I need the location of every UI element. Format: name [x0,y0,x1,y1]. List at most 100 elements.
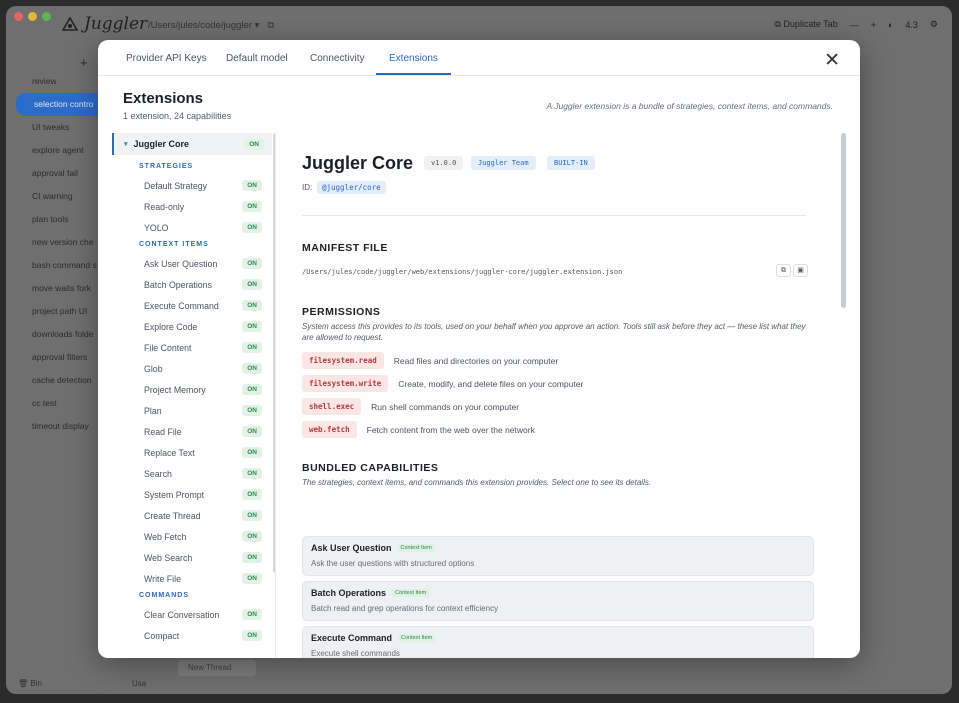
theme-toggle-icon[interactable]: ◐ [888,20,893,30]
sidebar-item[interactable]: project path UI [14,300,106,323]
sidebar-item[interactable]: move waits fork [14,277,106,300]
maximize-window-button[interactable] [42,12,51,21]
chevron-down-icon: ▾ [254,20,260,31]
permission-key: filesystem.write [302,375,389,392]
capabilities-header: BUNDLED CAPABILITIES [302,462,439,474]
version-label: 4.3 [905,19,918,30]
gear-icon[interactable]: ⚙ [930,19,938,30]
app-name: Juggler [84,14,148,34]
capability-item[interactable]: Project Memory ON [144,384,262,395]
permission-key: shell.exec [302,398,362,415]
capability-label: Web Search [144,552,193,563]
sidebar-item[interactable]: UI tweaks [14,116,106,139]
sidebar-item[interactable]: review [14,70,106,93]
capability-item[interactable]: Batch Operations ON [144,279,262,290]
extensions-count: 1 extension, 24 capabilities [123,111,232,121]
new-item-plus-icon[interactable]: + [80,55,88,70]
status-badge: ON [242,405,262,416]
permission-row: filesystem.read Read files and directorie… [302,352,558,369]
sidebar-item[interactable]: approval fail [14,162,106,185]
capability-item[interactable]: Explore Code ON [144,321,262,332]
minus-icon[interactable]: — [850,20,859,30]
close-window-button[interactable] [14,12,23,21]
status-badge: ON [242,342,262,353]
status-badge: ON [242,363,262,374]
duplicate-icon: ⧉ [774,19,781,29]
author-badge: Juggler Team [471,156,536,170]
capability-item[interactable]: Default Strategy ON [144,180,262,191]
new-thread-label: New Thread [188,663,232,672]
sidebar-item[interactable]: approval filters [14,346,106,369]
manifest-header: MANIFEST FILE [302,242,388,254]
capability-item[interactable]: Web Search ON [144,552,262,563]
new-thread-chip[interactable]: New Thread [178,660,256,676]
sidebar-item[interactable]: new version che [14,231,106,254]
window-controls [14,12,51,21]
page-title: Extensions [123,90,204,107]
builtin-badge: BUILT-IN [547,156,595,170]
folder-icon[interactable]: ⧉ [267,20,274,31]
capability-name: Ask User Question [311,543,392,553]
capability-item[interactable]: Replace Text ON [144,447,262,458]
capability-card[interactable]: Execute Command Context Item Execute shell… [302,626,814,658]
sidebar-item[interactable]: downloads folde [14,323,106,346]
capability-label: Search [144,468,172,479]
tab-default-model[interactable]: Default model [226,53,288,73]
usage-label[interactable]: Usa [132,679,146,688]
project-path: /Users/jules/code/juggler [148,20,253,31]
sidebar-item[interactable]: bash command s [14,254,106,277]
capability-item[interactable]: YOLO ON [144,222,262,233]
plus-icon[interactable]: + [871,20,876,30]
id-label: ID: [302,183,313,192]
capability-item[interactable]: Ask User Question ON [144,258,262,269]
capability-item[interactable]: Search ON [144,468,262,479]
capability-label: Write File [144,573,181,584]
capability-description: Execute shell commands [311,649,400,658]
tab-provider-api-keys[interactable]: Provider API Keys [126,53,207,73]
project-path-selector[interactable]: /Users/jules/code/juggler ▾ ⧉ [148,20,274,31]
scrollbar[interactable] [273,133,275,573]
capability-item[interactable]: File Content ON [144,342,262,353]
capability-item[interactable]: Glob ON [144,363,262,374]
capability-item[interactable]: Web Fetch ON [144,531,262,542]
sidebar-item[interactable]: cache detection [14,369,106,392]
capability-item[interactable]: Write File ON [144,573,262,584]
capability-item[interactable]: System Prompt ON [144,489,262,500]
duplicate-tab-label: Duplicate Tab [783,19,838,29]
capability-item[interactable]: Plan ON [144,405,262,416]
sidebar-item[interactable]: explore agent [14,139,106,162]
copy-icon[interactable]: ⧉ [776,264,791,277]
capability-label: Clear Conversation [144,609,220,620]
manifest-path: /Users/jules/code/juggler/web/extensions… [302,268,623,276]
capability-card[interactable]: Batch Operations Context Item Batch read a… [302,581,814,621]
close-icon[interactable]: ✕ [824,49,840,72]
sidebar-footer: 🗑 Bin Usa [18,679,146,688]
capability-card[interactable]: Ask User Question Context Item Ask the use… [302,536,814,576]
sidebar-item[interactable]: CI warning [14,185,106,208]
capability-label: Default Strategy [144,180,208,191]
tab-extensions[interactable]: Extensions [376,53,451,75]
capability-item[interactable]: Compact ON [144,630,262,641]
bin-button[interactable]: 🗑 Bin [18,679,42,688]
permission-row: web.fetch Fetch content from the web over… [302,421,535,438]
minimize-window-button[interactable] [28,12,37,21]
extension-detail: Juggler Core v1.0.0 Juggler Team BUILT-I… [278,133,846,658]
capability-item[interactable]: Read File ON [144,426,262,437]
capability-item[interactable]: Execute Command ON [144,300,262,311]
sidebar-item[interactable]: selection contro [16,93,106,116]
sidebar-item[interactable]: timeout display [14,415,106,438]
version-badge: v1.0.0 [424,156,464,170]
extension-item-juggler-core[interactable]: ▾ Juggler Core ON [112,133,272,155]
capability-item[interactable]: Clear Conversation ON [144,609,262,620]
extensions-description: A Juggler extension is a bundle of strat… [546,101,833,111]
capability-item[interactable]: Create Thread ON [144,510,262,521]
capability-item[interactable]: Read-only ON [144,201,262,212]
tab-connectivity[interactable]: Connectivity [310,53,364,73]
capabilities-description: The strategies, context items, and comma… [302,478,652,487]
duplicate-tab-button[interactable]: ⧉ Duplicate Tab [774,19,837,30]
sidebar-item[interactable]: plan tools [14,208,106,231]
chevron-down-icon[interactable]: ▾ [124,140,128,148]
sidebar-item[interactable]: cc test [14,392,106,415]
open-file-icon[interactable]: ▣ [793,264,808,277]
scrollbar[interactable] [841,133,846,308]
